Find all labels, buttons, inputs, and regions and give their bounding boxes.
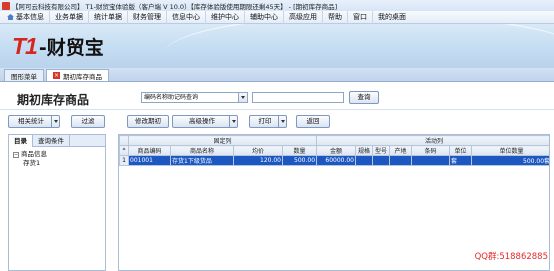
left-panel-tabs: 目录 查询条件 (9, 135, 105, 147)
menu-basic-info[interactable]: 基本信息 (2, 10, 50, 24)
tree-node-child[interactable]: 存货1 (13, 159, 101, 168)
logo-t1: T1 (12, 33, 38, 59)
app-icon (2, 1, 10, 10)
banner-decoration (164, 24, 554, 68)
cell-code[interactable]: 001001 (128, 155, 171, 166)
cell-unit[interactable]: 套 (449, 155, 473, 166)
column-header-barcode[interactable]: 条码 (411, 145, 451, 156)
row-number: 1 (119, 155, 129, 166)
tree-node-root[interactable]: − 商品信息 (13, 150, 101, 159)
cell-unit-qty[interactable]: 500.00套 (471, 155, 549, 166)
home-icon (7, 14, 14, 20)
column-header-name[interactable]: 商品名称 (170, 145, 234, 156)
watermark-text: QQ群:518862885 (474, 252, 548, 262)
column-header-unit-qty[interactable]: 单位数量 (471, 145, 549, 156)
left-panel: 目录 查询条件 − 商品信息 存货1 (8, 134, 106, 271)
tab-query-conditions[interactable]: 查询条件 (33, 135, 70, 147)
tab-initial-stock[interactable]: × 期初库存商品 (46, 69, 109, 81)
menu-window[interactable]: 窗口 (348, 10, 373, 24)
column-header-spec[interactable]: 规格 (355, 145, 374, 156)
related-stats-button[interactable]: 相关统计 (8, 115, 60, 128)
cell-spec[interactable] (355, 155, 374, 166)
print-button[interactable]: 打印 (249, 115, 287, 128)
menu-stat-docs[interactable]: 统计单据 (89, 10, 128, 24)
toolbar: 相关统计 过滤 修改期初 高级操作 打印 返回 (0, 109, 554, 131)
column-header-marker[interactable]: * (119, 145, 129, 156)
menu-info-center[interactable]: 信息中心 (167, 10, 206, 24)
brand-banner: T1 -财贸宝 (0, 24, 554, 68)
tab-graphic-menu[interactable]: 图形菜单 (4, 69, 44, 81)
group-header-fixed: 固定列 (127, 135, 318, 146)
menu-auxiliary[interactable]: 辅助中心 (245, 10, 284, 24)
search-input[interactable] (252, 92, 344, 103)
menu-bar: 基本信息 业务单据 统计单据 财务管理 信息中心 维护中心 辅助中心 高级应用 … (0, 10, 554, 24)
group-header-active: 活动列 (316, 135, 549, 146)
logo-name: -财贸宝 (38, 37, 104, 59)
menu-help[interactable]: 帮助 (323, 10, 348, 24)
query-button[interactable]: 查询 (349, 91, 379, 104)
cell-origin[interactable] (389, 155, 413, 166)
chevron-down-icon[interactable] (278, 116, 286, 127)
tab-bar: 图形菜单 × 期初库存商品 (0, 68, 554, 82)
category-tree: − 商品信息 存货1 (9, 147, 105, 171)
advanced-ops-button[interactable]: 高级操作 (172, 115, 238, 128)
cell-avg-price[interactable]: 120.00 (233, 155, 283, 166)
modify-period-button[interactable]: 修改期初 (127, 115, 169, 128)
column-header-unit[interactable]: 单位 (449, 145, 473, 156)
page-title: 期初库存商品 (17, 93, 90, 107)
column-header-amount[interactable]: 金额 (316, 145, 357, 156)
chevron-down-icon[interactable] (229, 116, 237, 127)
column-header-code[interactable]: 商品编码 (128, 145, 171, 156)
column-header-model[interactable]: 型号 (372, 145, 391, 156)
heading-row: 期初库存商品 编码名称助记码查询 查询 (0, 83, 554, 109)
menu-business-docs[interactable]: 业务单据 (50, 10, 89, 24)
column-header-avg-price[interactable]: 均价 (233, 145, 283, 156)
cell-model[interactable] (372, 155, 391, 166)
tab-catalog[interactable]: 目录 (9, 135, 33, 147)
cell-qty[interactable]: 500.00 (281, 155, 318, 166)
column-header-qty[interactable]: 数量 (281, 145, 318, 156)
query-mode-select[interactable]: 编码名称助记码查询 (141, 92, 248, 103)
back-button[interactable]: 返回 (296, 115, 330, 128)
chevron-down-icon[interactable] (238, 93, 247, 102)
menu-finance[interactable]: 财务管理 (128, 10, 167, 24)
table-row[interactable]: 1 001001 存货1下级货品 120.00 500.00 60000.00 … (119, 155, 549, 166)
cell-amount[interactable]: 60000.00 (316, 155, 357, 166)
close-icon[interactable]: × (53, 72, 60, 79)
logo: T1 -财贸宝 (12, 33, 104, 60)
menu-advanced[interactable]: 高级应用 (284, 10, 323, 24)
menu-my-desktop[interactable]: 我的桌面 (373, 11, 411, 24)
filter-button[interactable]: 过滤 (71, 115, 105, 128)
column-header-origin[interactable]: 产地 (389, 145, 413, 156)
chevron-down-icon[interactable] (51, 116, 59, 127)
menu-maintenance[interactable]: 维护中心 (206, 10, 245, 24)
window-title: 【阿可云科技有限公司】 T1-财贸宝体验版（客户端 V 10.0）【库存体验版使… (12, 2, 338, 11)
title-bar: 【阿可云科技有限公司】 T1-财贸宝体验版（客户端 V 10.0）【库存体验版使… (0, 0, 554, 11)
header-corner (119, 135, 129, 146)
collapse-icon[interactable]: − (13, 151, 19, 158)
cell-barcode[interactable] (411, 155, 451, 166)
cell-name[interactable]: 存货1下级货品 (170, 155, 234, 166)
